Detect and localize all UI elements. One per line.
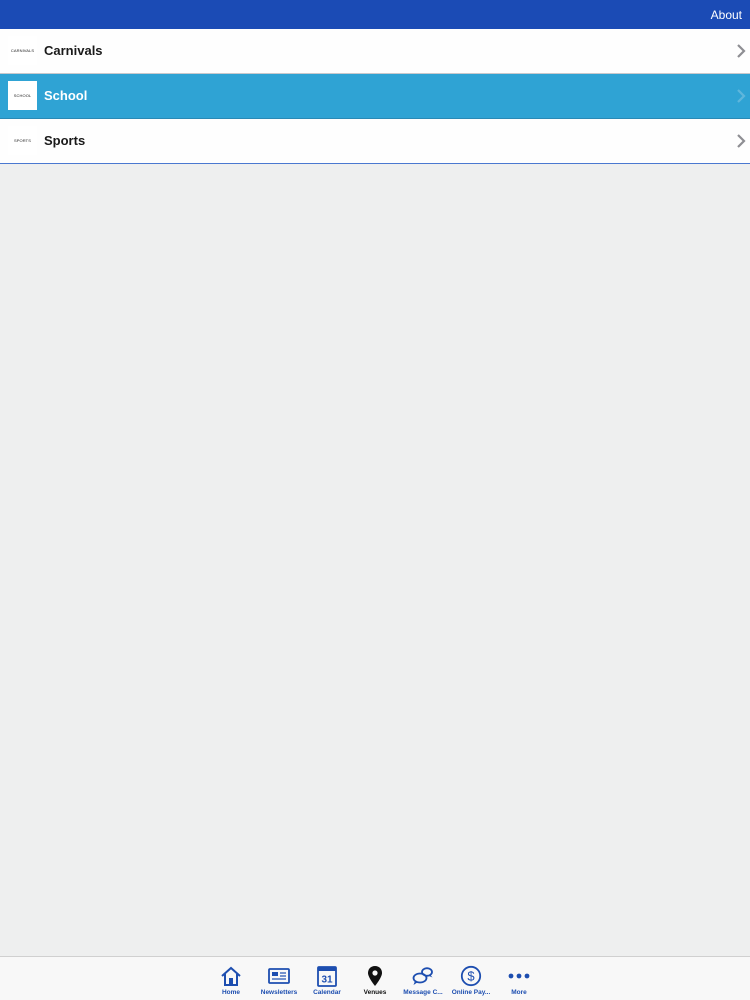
list-item-school[interactable]: SCHOOL School	[0, 74, 750, 119]
newspaper-icon	[268, 968, 290, 984]
calendar-icon: 31	[317, 966, 337, 987]
tab-calendar[interactable]: 31 Calendar	[303, 957, 351, 1000]
list-item-sports[interactable]: SPORTS Sports	[0, 119, 750, 164]
category-list: CARNIVALS Carnivals SCHOOL School SPORTS…	[0, 29, 750, 164]
chevron-right-icon	[737, 89, 746, 103]
dollar-icon: $	[460, 965, 482, 987]
list-item-label: School	[44, 88, 88, 103]
school-thumbnail: SCHOOL	[8, 81, 37, 110]
map-pin-icon	[368, 966, 382, 986]
list-item-label: Carnivals	[44, 43, 103, 58]
chevron-right-icon	[737, 134, 746, 148]
home-icon	[221, 966, 241, 986]
tab-bar: Home Newsletters 31 Calendar Venues Mess…	[0, 956, 750, 1000]
chevron-right-icon	[737, 44, 746, 58]
carnivals-thumbnail: CARNIVALS	[8, 36, 37, 65]
about-button[interactable]: About	[711, 8, 742, 22]
list-item-carnivals[interactable]: CARNIVALS Carnivals	[0, 29, 750, 74]
tab-more[interactable]: More	[495, 957, 543, 1000]
tab-home[interactable]: Home	[207, 957, 255, 1000]
list-item-label: Sports	[44, 133, 86, 148]
svg-text:$: $	[467, 969, 475, 984]
app-window: About CARNIVALS Carnivals SCHOOL School …	[0, 0, 750, 1000]
tab-newsletters[interactable]: Newsletters	[255, 957, 303, 1000]
more-dots-icon	[508, 973, 530, 979]
tab-online-payments[interactable]: $ Online Pay...	[447, 957, 495, 1000]
sports-thumbnail: SPORTS	[8, 126, 37, 155]
navigation-bar: About	[0, 0, 750, 29]
chat-bubbles-icon	[412, 967, 433, 985]
tab-message-center[interactable]: Message C...	[399, 957, 447, 1000]
calendar-day-number: 31	[321, 975, 333, 986]
tab-label: More	[511, 989, 527, 996]
tab-venues[interactable]: Venues	[351, 957, 399, 1000]
